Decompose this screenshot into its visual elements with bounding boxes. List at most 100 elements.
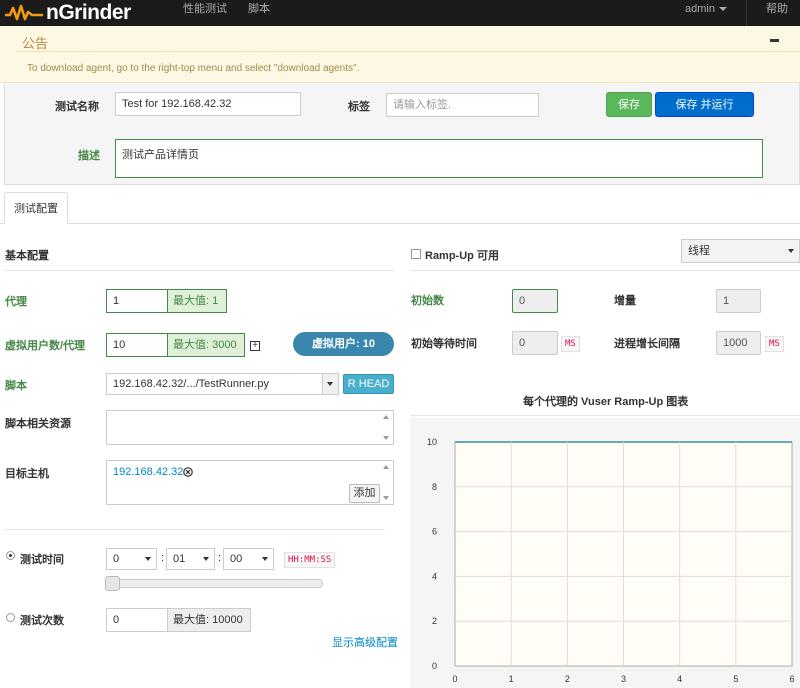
rampup-chart: 0 1 2 3 4 5 6 0 2 4 6 8 10 [427, 437, 795, 684]
step-input[interactable]: 1 [716, 289, 761, 313]
duration-hours-value: 0 [113, 553, 120, 565]
run-count-radio[interactable] [6, 613, 15, 622]
rampup-type-select[interactable]: 线程 [681, 239, 800, 263]
script-label: 脚本 [5, 380, 27, 392]
initial-count-label: 初始数 [411, 295, 444, 307]
target-host-label: 目标主机 [5, 468, 49, 480]
initial-sleep-label: 初始等待时间 [411, 338, 477, 350]
x-tick-label: 4 [677, 674, 682, 684]
chevron-down-icon [203, 557, 209, 561]
chevron-down-icon [327, 382, 333, 386]
duration-slider-handle[interactable] [105, 576, 120, 591]
section-divider [410, 415, 800, 416]
agent-max-addon: 最大值: 1 [168, 289, 227, 313]
step-label: 增量 [614, 295, 636, 307]
save-button[interactable]: 保存 [606, 92, 652, 117]
rampup-checkbox[interactable] [411, 249, 421, 259]
section-divider [5, 270, 394, 271]
agent-label: 代理 [5, 296, 27, 308]
y-tick-label: 6 [432, 527, 437, 537]
duration-minutes-select[interactable]: 01 [166, 548, 215, 570]
user-menu[interactable]: admin [685, 0, 727, 26]
scroll-down-icon[interactable] [383, 436, 389, 440]
time-separator: : [161, 552, 165, 564]
initial-count-input[interactable]: 0 [512, 289, 558, 313]
script-resources-textarea[interactable] [106, 410, 394, 445]
dropdown-toggle[interactable] [322, 374, 338, 394]
basic-config-title: 基本配置 [5, 250, 49, 262]
notice-title: 公告 [22, 36, 49, 51]
user-name: admin [685, 3, 715, 15]
vuser-max-addon: 最大值: 3000 [168, 333, 245, 357]
section-divider [410, 270, 800, 271]
duration-label: 测试时间 [20, 554, 64, 566]
show-advanced-link[interactable]: 显示高级配置 [332, 634, 398, 650]
brand-name: nGrinder [46, 1, 131, 24]
interval-label: 进程增长间隔 [614, 338, 680, 350]
collapse-icon[interactable] [770, 39, 779, 42]
initial-sleep-input[interactable]: 0 [512, 331, 558, 355]
chevron-down-icon [145, 557, 151, 561]
script-select[interactable]: 192.168.42.32/.../TestRunner.py [106, 373, 339, 395]
nav-divider [746, 0, 747, 26]
notice-panel [0, 26, 800, 83]
save-and-run-button[interactable]: 保存 并运行 [655, 92, 754, 117]
tag-input[interactable]: 请输入标签. [386, 93, 539, 117]
x-tick-label: 0 [452, 674, 457, 684]
duration-format-hint: HH:MM:SS [284, 552, 336, 568]
duration-slider[interactable] [106, 579, 323, 588]
scroll-down-icon[interactable] [383, 496, 389, 500]
y-tick-label: 10 [427, 437, 437, 447]
script-select-value: 192.168.42.32/.../TestRunner.py [113, 378, 269, 390]
remove-host-icon[interactable] [183, 467, 193, 477]
nav-item-performance-test[interactable]: 性能测试 [183, 0, 227, 26]
script-head-button[interactable]: R HEAD [343, 374, 394, 394]
scroll-up-icon[interactable] [383, 415, 389, 419]
ngrinder-wave-icon [5, 4, 43, 21]
notice-text: To download agent, go to the right-top m… [27, 63, 360, 74]
time-separator: : [218, 552, 222, 564]
target-host-entry[interactable]: 192.168.42.32 [113, 466, 183, 478]
tag-label: 标签 [348, 101, 370, 113]
nav-item-script[interactable]: 脚本 [248, 0, 270, 26]
duration-seconds-select[interactable]: 00 [223, 548, 274, 570]
interval-input[interactable]: 1000 [716, 331, 761, 355]
run-count-label: 测试次数 [20, 615, 64, 627]
nav-item-help[interactable]: 帮助 [766, 0, 788, 26]
tab-bar-divider [0, 223, 800, 224]
brand-logo[interactable]: nGrinder [4, 0, 131, 26]
description-textarea[interactable]: 测试产品详情页 [115, 139, 763, 178]
interval-unit: MS [765, 336, 784, 352]
initial-sleep-unit: MS [561, 336, 580, 352]
duration-hours-select[interactable]: 0 [106, 548, 157, 570]
rampup-type-value: 线程 [688, 245, 710, 257]
chevron-down-icon [262, 557, 268, 561]
y-tick-label: 4 [432, 571, 437, 581]
duration-radio[interactable] [6, 551, 15, 560]
test-name-label: 测试名称 [55, 101, 99, 113]
chevron-down-icon [788, 249, 794, 253]
vuser-count-input[interactable]: 10 [106, 333, 168, 357]
x-tick-label: 2 [565, 674, 570, 684]
agent-count-input[interactable]: 1 [106, 289, 168, 313]
description-label: 描述 [78, 150, 100, 162]
vuser-total-badge: 虚拟用户: 10 [293, 332, 394, 356]
y-tick-label: 0 [432, 661, 437, 671]
y-tick-label: 8 [432, 482, 437, 492]
x-tick-label: 6 [789, 674, 794, 684]
rampup-chart-title: 每个代理的 Vuser Ramp-Up 图表 [523, 396, 689, 408]
add-host-button[interactable]: 添加 [349, 484, 380, 503]
notice-divider [16, 51, 800, 52]
run-count-input[interactable]: 0 [106, 608, 168, 632]
x-tick-label: 5 [733, 674, 738, 684]
y-tick-label: 2 [432, 616, 437, 626]
vuser-label: 虚拟用户数/代理 [5, 340, 86, 352]
chevron-down-icon [718, 7, 727, 12]
tab-test-config[interactable]: 测试配置 [4, 192, 68, 224]
x-tick-label: 1 [509, 674, 514, 684]
expand-plus-icon[interactable]: + [250, 341, 260, 351]
duration-minutes-value: 01 [173, 553, 186, 565]
scroll-up-icon[interactable] [383, 465, 389, 469]
test-name-input[interactable]: Test for 192.168.42.32 [115, 92, 301, 116]
x-tick-label: 3 [621, 674, 626, 684]
